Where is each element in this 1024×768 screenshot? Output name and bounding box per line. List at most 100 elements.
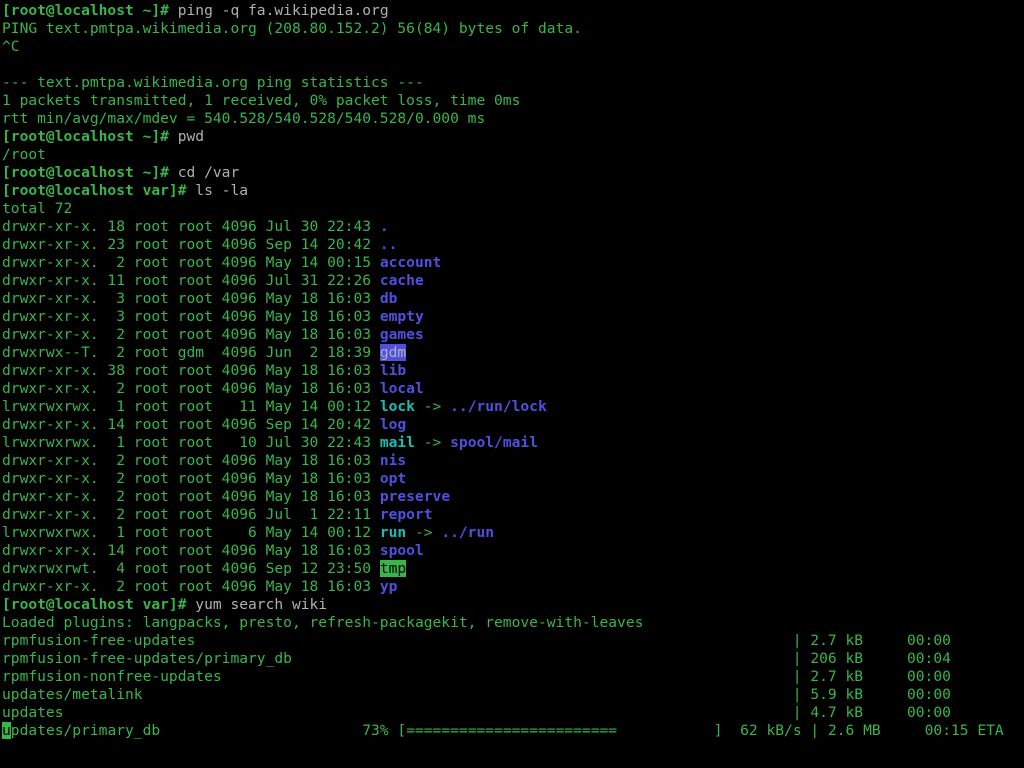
yum-plugins: Loaded plugins: langpacks, presto, refre… bbox=[2, 614, 643, 631]
ls-row: drwxr-xr-x. 2 root root 4096 May 18 16:0… bbox=[2, 470, 1024, 488]
prompt: [root@localhost var]# bbox=[2, 596, 195, 613]
ls-name: report bbox=[380, 506, 433, 523]
ls-row: drwxr-xr-x. 11 root root 4096 Jul 31 22:… bbox=[2, 272, 1024, 290]
line-pwd-out: /root bbox=[2, 146, 1024, 164]
yum-progress-row: updates/primary_db 73% [================… bbox=[2, 722, 1024, 740]
yum-repo-row: updates | 4.7 kB 00:00 bbox=[2, 704, 1024, 722]
line-ls-total: total 72 bbox=[2, 200, 1024, 218]
line-cmd-ping: [root@localhost ~]# ping -q fa.wikipedia… bbox=[2, 2, 1024, 20]
line-yum-plugins: Loaded plugins: langpacks, presto, refre… bbox=[2, 614, 1024, 632]
ls-row: drwxr-xr-x. 2 root root 4096 May 18 16:0… bbox=[2, 326, 1024, 344]
ping-rtt: rtt min/avg/max/mdev = 540.528/540.528/5… bbox=[2, 110, 485, 127]
ls-meta: drwxr-xr-x. 14 root root 4096 May 18 16:… bbox=[2, 542, 380, 559]
ls-total: total 72 bbox=[2, 200, 72, 217]
ls-row: drwxr-xr-x. 3 root root 4096 May 18 16:0… bbox=[2, 308, 1024, 326]
cmd-cd: cd /var bbox=[178, 164, 240, 181]
ls-meta: drwxr-xr-x. 2 root root 4096 May 18 16:0… bbox=[2, 326, 380, 343]
ls-name: run bbox=[380, 524, 406, 541]
yum-repo-line: updates | 4.7 kB 00:00 bbox=[2, 704, 951, 721]
ping-stats: 1 packets transmitted, 1 received, 0% pa… bbox=[2, 92, 520, 109]
ls-name: log bbox=[380, 416, 406, 433]
ls-row: drwxr-xr-x. 18 root root 4096 Jul 30 22:… bbox=[2, 218, 1024, 236]
ls-meta: drwxr-xr-x. 3 root root 4096 May 18 16:0… bbox=[2, 290, 380, 307]
ls-meta: drwxr-xr-x. 2 root root 4096 May 18 16:0… bbox=[2, 470, 380, 487]
ls-link-target: ../run bbox=[441, 524, 494, 541]
ls-row: drwxr-xr-x. 2 root root 4096 May 18 16:0… bbox=[2, 578, 1024, 596]
ls-arrow: -> bbox=[415, 398, 450, 415]
ls-name: mail bbox=[380, 434, 415, 451]
progress-pct: 73% bbox=[353, 722, 397, 739]
ls-row: drwxrwxrwt. 4 root root 4096 Sep 12 23:5… bbox=[2, 560, 1024, 578]
line-cmd-ls: [root@localhost var]# ls -la bbox=[2, 182, 1024, 200]
ping-interrupt: ^C bbox=[2, 38, 20, 55]
prompt: [root@localhost ~]# bbox=[2, 164, 178, 181]
ls-link-target: spool/mail bbox=[450, 434, 538, 451]
line-ping-stats-hdr: --- text.pmtpa.wikimedia.org ping statis… bbox=[2, 74, 1024, 92]
ls-row: drwxr-xr-x. 2 root root 4096 May 14 00:1… bbox=[2, 254, 1024, 272]
progress-bar-empty bbox=[617, 722, 714, 739]
ls-row: drwxr-xr-x. 14 root root 4096 Sep 14 20:… bbox=[2, 416, 1024, 434]
ls-name: cache bbox=[380, 272, 424, 289]
progress-rate: 62 kB/s bbox=[731, 722, 810, 739]
prompt: [root@localhost var]# bbox=[2, 182, 195, 199]
yum-repo-line: rpmfusion-free-updates/primary_db | 206 … bbox=[2, 650, 951, 667]
ls-name: yp bbox=[380, 578, 398, 595]
ls-name: spool bbox=[380, 542, 424, 559]
ls-row: drwxr-xr-x. 23 root root 4096 Sep 14 20:… bbox=[2, 236, 1024, 254]
ls-name: games bbox=[380, 326, 424, 343]
cmd-ls: ls -la bbox=[195, 182, 248, 199]
progress-eta: 00:15 ETA bbox=[925, 722, 1004, 739]
ls-meta: drwxrwx--T. 2 root gdm 4096 Jun 2 18:39 bbox=[2, 344, 380, 361]
line-ping-int: ^C bbox=[2, 38, 1024, 56]
ls-row: drwxr-xr-x. 2 root root 4096 May 18 16:0… bbox=[2, 488, 1024, 506]
ls-name: local bbox=[380, 380, 424, 397]
ls-arrow: -> bbox=[415, 434, 450, 451]
ls-meta: drwxr-xr-x. 2 root root 4096 May 14 00:1… bbox=[2, 254, 380, 271]
ls-name: tmp bbox=[380, 560, 406, 577]
cmd-yum: yum search wiki bbox=[195, 596, 327, 613]
ls-row: drwxr-xr-x. 3 root root 4096 May 18 16:0… bbox=[2, 290, 1024, 308]
ls-name: empty bbox=[380, 308, 424, 325]
ls-meta: drwxr-xr-x. 2 root root 4096 May 18 16:0… bbox=[2, 452, 380, 469]
ls-row: drwxr-xr-x. 38 root root 4096 May 18 16:… bbox=[2, 362, 1024, 380]
ls-name: nis bbox=[380, 452, 406, 469]
progress-name: pdates/primary_db bbox=[11, 722, 160, 739]
prompt: [root@localhost ~]# bbox=[2, 2, 178, 19]
yum-repo-line: rpmfusion-nonfree-updates | 2.7 kB 00:00 bbox=[2, 668, 951, 685]
line-ping-header: PING text.pmtpa.wikimedia.org (208.80.15… bbox=[2, 20, 1024, 38]
ls-meta: lrwxrwxrwx. 1 root root 11 May 14 00:12 bbox=[2, 398, 380, 415]
ls-name: . bbox=[380, 218, 389, 235]
ls-meta: drwxr-xr-x. 2 root root 4096 Jul 1 22:11 bbox=[2, 506, 380, 523]
ls-meta: drwxr-xr-x. 2 root root 4096 May 18 16:0… bbox=[2, 578, 380, 595]
yum-repo-row: rpmfusion-free-updates | 2.7 kB 00:00 bbox=[2, 632, 1024, 650]
line-blank bbox=[2, 56, 1024, 74]
ls-meta: lrwxrwxrwx. 1 root root 6 May 14 00:12 bbox=[2, 524, 380, 541]
ls-meta: lrwxrwxrwx. 1 root root 10 Jul 30 22:43 bbox=[2, 434, 380, 451]
ls-name: db bbox=[380, 290, 398, 307]
prompt: [root@localhost ~]# bbox=[2, 128, 178, 145]
ls-name: preserve bbox=[380, 488, 450, 505]
ls-name: lib bbox=[380, 362, 406, 379]
ls-arrow: -> bbox=[406, 524, 441, 541]
line-cmd-pwd: [root@localhost ~]# pwd bbox=[2, 128, 1024, 146]
cmd-ping: ping -q fa.wikipedia.org bbox=[178, 2, 389, 19]
ls-meta: drwxr-xr-x. 23 root root 4096 Sep 14 20:… bbox=[2, 236, 380, 253]
ls-row: drwxr-xr-x. 14 root root 4096 May 18 16:… bbox=[2, 542, 1024, 560]
yum-repo-row: rpmfusion-nonfree-updates | 2.7 kB 00:00 bbox=[2, 668, 1024, 686]
ls-row: drwxr-xr-x. 2 root root 4096 May 18 16:0… bbox=[2, 380, 1024, 398]
progress-size: 2.6 MB bbox=[828, 722, 925, 739]
ls-name: .. bbox=[380, 236, 398, 253]
ls-row: lrwxrwxrwx. 1 root root 11 May 14 00:12 … bbox=[2, 398, 1024, 416]
ls-row: lrwxrwxrwx. 1 root root 10 Jul 30 22:43 … bbox=[2, 434, 1024, 452]
ls-name: lock bbox=[380, 398, 415, 415]
terminal[interactable]: [root@localhost ~]# ping -q fa.wikipedia… bbox=[0, 0, 1024, 740]
ls-name: opt bbox=[380, 470, 406, 487]
ls-meta: drwxrwxrwt. 4 root root 4096 Sep 12 23:5… bbox=[2, 560, 380, 577]
ls-link-target: ../run/lock bbox=[450, 398, 547, 415]
ls-meta: drwxr-xr-x. 11 root root 4096 Jul 31 22:… bbox=[2, 272, 380, 289]
progress-bar-filled: ======================== bbox=[406, 722, 617, 739]
ls-meta: drwxr-xr-x. 2 root root 4096 May 18 16:0… bbox=[2, 488, 380, 505]
cursor: u bbox=[2, 722, 11, 739]
yum-repo-line: rpmfusion-free-updates | 2.7 kB 00:00 bbox=[2, 632, 951, 649]
ls-name: account bbox=[380, 254, 442, 271]
